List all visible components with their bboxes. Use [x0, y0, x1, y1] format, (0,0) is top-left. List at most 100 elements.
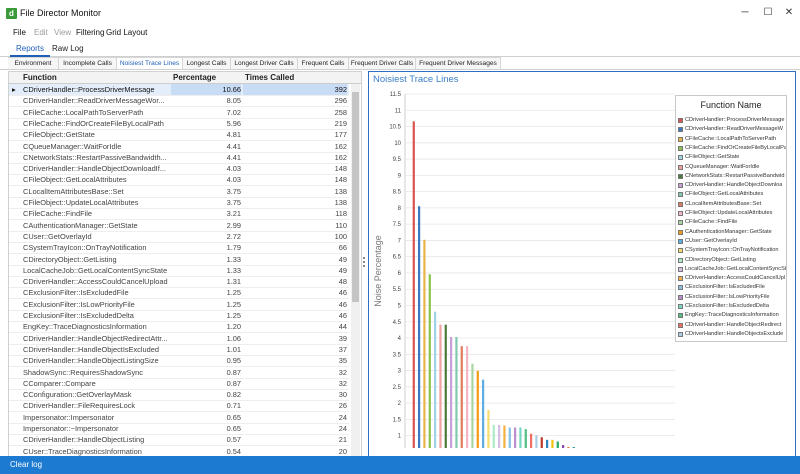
tab-frequent-driver-messages[interactable]: Frequent Driver Messages	[416, 57, 501, 69]
tab-incomplete-calls[interactable]: Incomplete Calls	[59, 57, 117, 69]
table-row[interactable]: CComparer::Compare 0.87 32	[9, 378, 349, 390]
legend-item[interactable]: CExclusionFilter::IsExcludedFile	[678, 283, 786, 292]
legend-item[interactable]: CLocalItemAttributesBase::Set	[678, 200, 786, 209]
table-row[interactable]: Impersonator::~Impersonator 0.65 24	[9, 423, 349, 435]
grid-header: Function Percentage Times Called	[9, 72, 361, 84]
cell-times-called: 35	[338, 356, 347, 366]
table-row[interactable]: CDriverHandler::HandleObjectRedirectAttr…	[9, 333, 349, 345]
table-row[interactable]: CFileCache::FindOrCreateFileByLocalPath 5…	[9, 118, 349, 130]
column-header-function[interactable]: Function	[23, 73, 57, 82]
menu-grid-layout[interactable]: Grid Layout	[106, 28, 147, 37]
legend-item[interactable]: CDriverHandler::HandleObjectDownloa	[678, 181, 786, 190]
legend-item[interactable]: CExclusionFilter::IsExcludedDelta	[678, 302, 786, 311]
legend-item[interactable]: CFileObject::GetLocalAttributes	[678, 190, 786, 199]
close-button[interactable]: ✕	[782, 7, 796, 19]
cell-times-called: 138	[334, 186, 347, 196]
legend-item[interactable]: CQueueManager::WaitForIdle	[678, 163, 786, 172]
menu-edit[interactable]: Edit	[34, 28, 48, 37]
legend-item[interactable]: CSystemTrayIcon::OnTrayNotification	[678, 246, 786, 255]
column-header-percentage[interactable]: Percentage	[173, 73, 216, 82]
app-icon: d	[6, 8, 17, 19]
legend-item[interactable]: CDriverHandler::ProcessDriverMessage	[678, 116, 786, 125]
table-row[interactable]: CFileCache::LocalPathToServerPath 7.02 258	[9, 107, 349, 119]
table-row[interactable]: CSystemTrayIcon::OnTrayNotification 1.79 6…	[9, 242, 349, 255]
pane-splitter[interactable]	[362, 71, 366, 455]
tab-longest-driver-calls[interactable]: Longest Driver Calls	[231, 57, 298, 69]
trace-lines-grid: Function Percentage Times Called ▸ CDrive…	[8, 71, 362, 457]
table-row[interactable]: CExclusionFilter::IsExcludedFile 1.25 46	[9, 287, 349, 300]
legend-item[interactable]: CDriverHandler::HandleObjectRedirect	[678, 321, 786, 330]
table-row[interactable]: CFileObject::UpdateLocalAttributes 3.75 13…	[9, 197, 349, 209]
table-row[interactable]: CFileObject::GetState 4.81 177	[9, 129, 349, 142]
table-row[interactable]: CExclusionFilter::IsLowPriorityFile 1.25 4…	[9, 299, 349, 311]
maximize-button[interactable]: ☐	[761, 7, 775, 19]
cell-function: CFileCache::FindFile	[23, 209, 93, 219]
table-row[interactable]: CDriverHandler::AccessCouldCancelUpload 1…	[9, 276, 349, 289]
cell-function: CUser::TraceDiagnosticsInformation	[23, 446, 142, 456]
tab-longest-calls[interactable]: Longest Calls	[183, 57, 231, 69]
menu-file[interactable]: File	[13, 28, 26, 37]
chart-pane: Noisiest Trace Lines 1 1.5 2 2.5 3 3.5 4 4.5 5 5.…	[368, 71, 796, 457]
legend-item[interactable]: CDriverHandler::AccessCouldCancelUpl	[678, 274, 786, 283]
table-row[interactable]: CConfiguration::GetOverlayMask 0.82 30	[9, 389, 349, 402]
column-header-times-called[interactable]: Times Called	[245, 73, 294, 82]
chart-bar	[439, 324, 442, 448]
tab-raw-log[interactable]: Raw Log	[46, 42, 90, 55]
legend-item[interactable]: CDirectoryObject::GetListing	[678, 256, 786, 265]
table-row[interactable]: CQueueManager::WaitForIdle 4.41 162	[9, 141, 349, 153]
legend-swatch-icon	[678, 145, 683, 151]
legend-item[interactable]: CExclusionFilter::IsLowPriorityFile	[678, 293, 786, 302]
cell-percentage: 3.75	[226, 198, 241, 207]
grid-scrollbar-thumb[interactable]	[352, 92, 359, 302]
legend-item[interactable]: CUser::GetOverlayId	[678, 237, 786, 246]
table-row[interactable]: CLocalItemAttributesBase::Set 3.75 138	[9, 186, 349, 198]
table-row[interactable]: LocalCacheJob::GetLocalContentSyncState 1…	[9, 265, 349, 277]
legend-swatch-icon	[678, 331, 683, 337]
legend-item[interactable]: CFileCache::LocalPathToServerPath	[678, 135, 786, 144]
legend-swatch-icon	[678, 276, 683, 282]
legend-item[interactable]: CFileObject::UpdateLocalAttributes	[678, 209, 786, 218]
table-row[interactable]: ShadowSync::RequiresShadowSync 0.87 32	[9, 367, 349, 379]
minimize-button[interactable]: ─	[738, 7, 752, 19]
table-row[interactable]: ▸ CDriverHandler::ProcessDriverMessage 10.…	[9, 84, 349, 96]
clear-log-link[interactable]: Clear log	[10, 460, 42, 469]
legend-item[interactable]: LocalCacheJob::GetLocalContentSyncSt	[678, 265, 786, 274]
table-row[interactable]: CFileCache::FindFile 3.21 118	[9, 208, 349, 221]
tab-frequent-calls[interactable]: Frequent Calls	[298, 57, 349, 69]
y-tick-label: 4.5	[393, 320, 402, 326]
legend-item[interactable]: EngKey::TraceDiagnosticsInformation	[678, 311, 786, 320]
legend-item[interactable]: CFileObject::GetState	[678, 153, 786, 162]
table-row[interactable]: CExclusionFilter::IsExcludedDelta 1.25 46	[9, 310, 349, 322]
grid-scrollbar[interactable]	[351, 84, 360, 456]
chart-bar	[434, 311, 437, 448]
legend-item[interactable]: CDriverHandler::HandleObjectsExclude	[678, 330, 786, 339]
cell-percentage: 0.95	[226, 356, 241, 366]
table-row[interactable]: CUser::GetOverlayId 2.72 100	[9, 231, 349, 243]
tab-noisiest-trace-lines[interactable]: Noisiest Trace Lines	[117, 57, 183, 69]
menu-view[interactable]: View	[54, 28, 71, 37]
table-row[interactable]: CDriverHandler::ReadDriverMessageWor... 8…	[9, 95, 349, 108]
table-row[interactable]: CDirectoryObject::GetListing 1.33 49	[9, 254, 349, 266]
legend-item[interactable]: CFileCache::FindFile	[678, 218, 786, 227]
legend-item[interactable]: CNetworkStats::RestartPassiveBandwid	[678, 172, 786, 181]
legend-item[interactable]: CFileCache::FindOrCreateFileByLocalPat	[678, 144, 786, 153]
tab-reports[interactable]: Reports	[10, 42, 51, 57]
table-row[interactable]: CNetworkStats::RestartPassiveBandwidth..…	[9, 152, 349, 164]
table-row[interactable]: EngKey::TraceDiagnosticsInformation 1.20 4…	[9, 321, 349, 334]
table-row[interactable]: CFileObject::GetLocalAttributes 4.03 148	[9, 174, 349, 187]
tab-environment[interactable]: Environment	[8, 57, 59, 69]
table-row[interactable]: CDriverHandler::FileRequiresLock 0.71 26	[9, 400, 349, 413]
menu-filtering[interactable]: Filtering	[76, 28, 104, 37]
table-row[interactable]: CDriverHandler::HandleObjectListing 0.57 2…	[9, 434, 349, 447]
table-row[interactable]: CDriverHandler::HandleObjectIsExcluded 1.…	[9, 344, 349, 356]
table-row[interactable]: CDriverHandler::HandleObjectListingSize 0…	[9, 355, 349, 368]
legend-item[interactable]: CAuthenticationManager::GetState	[678, 228, 786, 237]
y-tick-label: 4	[398, 336, 402, 342]
table-row[interactable]: Impersonator::Impersonator 0.65 24	[9, 412, 349, 424]
legend-item[interactable]: CDriverHandler::ReadDriverMessageW	[678, 125, 786, 134]
table-row[interactable]: CAuthenticationManager::GetState 2.99 110	[9, 220, 349, 232]
table-row[interactable]: CDriverHandler::HandleObjectDownloadIf..…	[9, 163, 349, 176]
legend-label: CFileObject::GetState	[685, 154, 740, 161]
legend-swatch-icon	[678, 136, 683, 142]
tab-frequent-driver-calls[interactable]: Frequent Driver Calls	[349, 57, 416, 69]
